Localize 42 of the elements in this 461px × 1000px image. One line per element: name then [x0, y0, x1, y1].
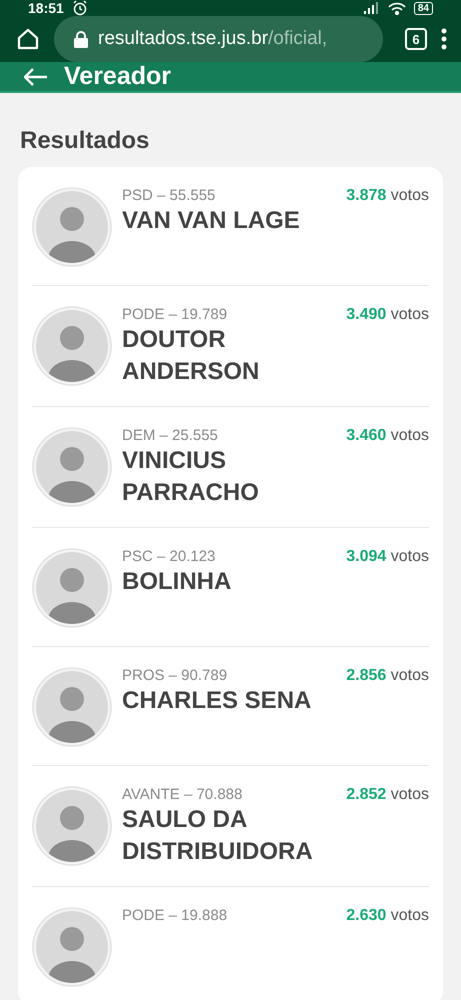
avatar-icon — [32, 907, 112, 987]
section-title: Resultados — [19, 126, 150, 156]
url-path: /oficial, — [268, 28, 328, 50]
party-number: AVANTE – 70.888 — [122, 786, 242, 804]
back-arrow-icon[interactable] — [24, 68, 48, 86]
candidate-name: VAN VAN LAGE — [122, 206, 301, 236]
candidate-name: DOUTOR ANDERSON — [122, 325, 260, 387]
avatar-icon — [32, 786, 112, 866]
avatar-icon — [32, 427, 112, 507]
vote-count: 3.094 votos — [346, 548, 429, 566]
party-number: PROS – 90.789 — [122, 667, 228, 685]
lock-icon — [74, 30, 88, 48]
party-number: DEM – 25.555 — [122, 427, 218, 445]
battery-indicator: 84 — [414, 2, 433, 14]
status-time: 18:51 — [28, 0, 64, 16]
party-number: PSC – 20.123 — [122, 548, 216, 566]
vote-count: 2.856 votos — [346, 667, 429, 685]
tab-count[interactable]: 6 — [405, 28, 427, 50]
url-host: resultados.tse.jus.br — [98, 28, 268, 50]
avatar-icon — [32, 306, 112, 386]
party-number: PODE – 19.789 — [122, 306, 228, 324]
vote-count: 3.460 votos — [346, 427, 429, 445]
party-number: PODE – 19.888 — [122, 907, 228, 925]
signal-icon — [364, 2, 380, 14]
alarm-icon — [72, 0, 88, 16]
menu-icon[interactable] — [441, 28, 447, 50]
avatar-icon — [32, 548, 112, 628]
avatar-icon — [32, 187, 112, 267]
page-title: Vereador — [64, 62, 172, 91]
vote-count: 2.630 votos — [346, 907, 429, 925]
vote-count: 3.878 votos — [346, 187, 429, 205]
wifi-icon — [388, 2, 406, 14]
avatar-icon — [32, 667, 112, 747]
candidate-name: SAULO DA DISTRIBUIDORA — [122, 805, 314, 867]
vote-count: 2.852 votos — [346, 786, 429, 804]
home-icon[interactable] — [16, 27, 40, 51]
vote-count: 3.490 votos — [346, 306, 429, 324]
address-bar[interactable]: resultados.tse.jus.br/oficial, — [54, 16, 383, 62]
candidate-name: CHARLES SENA — [122, 686, 312, 716]
candidate-name: BOLINHA — [122, 567, 232, 597]
party-number: PSD – 55.555 — [122, 187, 216, 205]
candidate-name: VINICIUS PARRACHO — [122, 446, 260, 508]
